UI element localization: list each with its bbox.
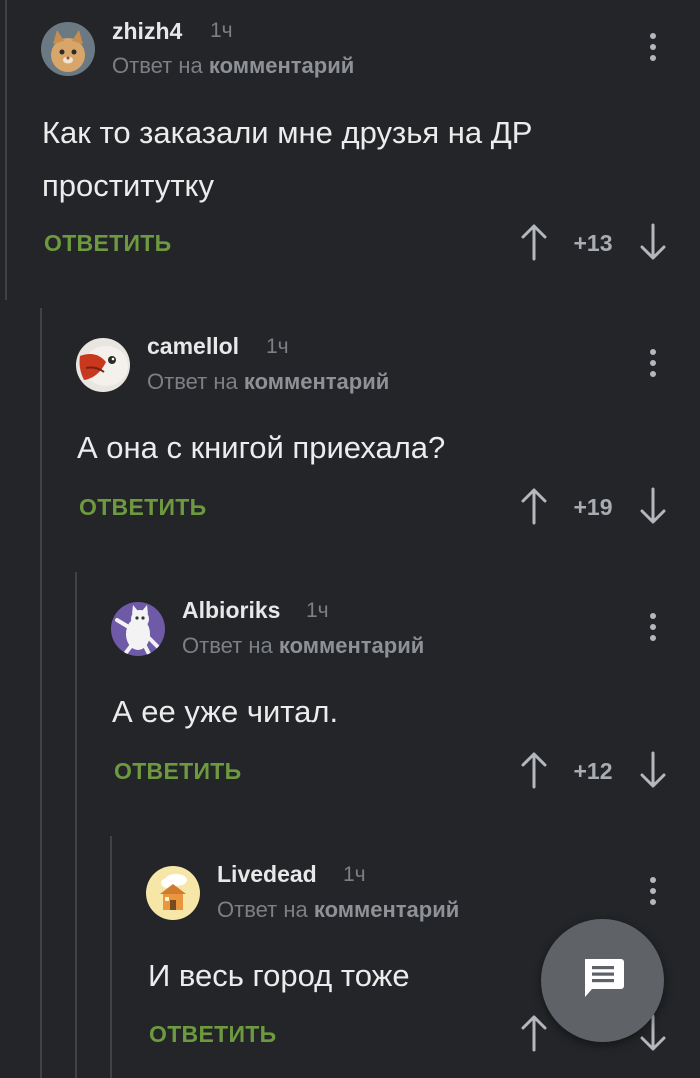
comment-author[interactable]: zhizh4 xyxy=(112,18,182,45)
more-options-icon[interactable] xyxy=(643,27,663,67)
rating-value: +19 xyxy=(573,494,613,520)
house-avatar-icon[interactable] xyxy=(146,866,200,920)
thread-line-level-1 xyxy=(5,0,7,300)
downvote-arrow-icon[interactable] xyxy=(638,486,668,526)
comment-author[interactable]: Livedead xyxy=(217,861,317,888)
reply-button[interactable]: ОТВЕТИТЬ xyxy=(114,758,241,785)
more-options-icon[interactable] xyxy=(643,607,663,647)
downvote-arrow-icon[interactable] xyxy=(638,222,668,262)
cartoon-cat-avatar-icon[interactable] xyxy=(111,602,165,656)
reply-button[interactable]: ОТВЕТИТЬ xyxy=(79,494,206,521)
more-options-icon[interactable] xyxy=(643,343,663,383)
comment-text: А она с книгой приехала? xyxy=(77,430,446,465)
thread-line-level-4 xyxy=(110,836,112,1078)
comment-author[interactable]: Albioriks xyxy=(182,597,280,624)
downvote-arrow-icon[interactable] xyxy=(638,750,668,790)
more-options-icon[interactable] xyxy=(643,871,663,911)
comments-screen: zhizh4 1ч Ответ на комментарий Как то за… xyxy=(0,0,700,1078)
reply-to-link[interactable]: комментарий xyxy=(279,633,424,658)
comment-text: И весь город тоже xyxy=(148,958,410,993)
comment-text: Как то заказали мне друзья на ДР простит… xyxy=(42,115,533,203)
upvote-arrow-icon[interactable] xyxy=(519,486,549,526)
reply-to-label: Ответ на комментарий xyxy=(147,369,389,395)
upvote-arrow-icon[interactable] xyxy=(519,750,549,790)
comment-time: 1ч xyxy=(343,863,366,886)
reply-button[interactable]: ОТВЕТИТЬ xyxy=(149,1021,276,1048)
thread-line-level-3 xyxy=(75,572,77,1078)
reply-to-label: Ответ на комментарий xyxy=(182,633,424,659)
comment-time: 1ч xyxy=(210,19,233,42)
rating-value: +12 xyxy=(573,758,613,784)
reply-to-link[interactable]: комментарий xyxy=(244,369,389,394)
reply-to-prefix: Ответ на xyxy=(217,897,308,922)
comment-time: 1ч xyxy=(306,599,329,622)
reply-button[interactable]: ОТВЕТИТЬ xyxy=(44,230,171,257)
bird-avatar-icon[interactable] xyxy=(76,338,130,392)
comment-time: 1ч xyxy=(266,335,289,358)
reply-to-prefix: Ответ на xyxy=(182,633,273,658)
upvote-arrow-icon[interactable] xyxy=(519,222,549,262)
reply-to-link[interactable]: комментарий xyxy=(209,53,354,78)
reply-to-prefix: Ответ на xyxy=(147,369,238,394)
reply-to-label: Ответ на комментарий xyxy=(112,53,354,79)
reply-to-prefix: Ответ на xyxy=(112,53,203,78)
add-comment-button[interactable] xyxy=(541,919,664,1042)
cat-avatar-icon[interactable] xyxy=(41,22,95,76)
comment-icon xyxy=(579,954,627,1007)
upvote-arrow-icon[interactable] xyxy=(519,1013,549,1053)
thread-line-level-2 xyxy=(40,308,42,1078)
reply-to-label: Ответ на комментарий xyxy=(217,897,459,923)
comment-author[interactable]: camellol xyxy=(147,333,239,360)
rating-value: +13 xyxy=(573,230,613,256)
reply-to-link[interactable]: комментарий xyxy=(314,897,459,922)
comment-text: А ее уже читал. xyxy=(112,694,339,729)
